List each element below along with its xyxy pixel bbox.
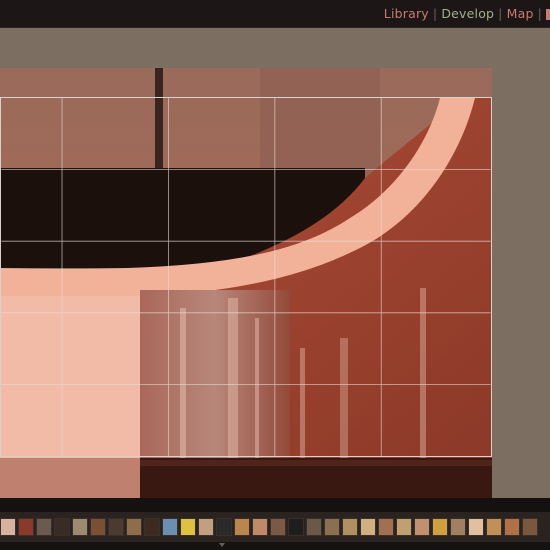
photo-preview[interactable] <box>0 68 492 500</box>
filmstrip-thumbnail[interactable] <box>36 518 52 536</box>
filmstrip-thumbnail[interactable] <box>0 518 16 536</box>
module-separator: | <box>537 6 542 21</box>
filmstrip-thumbnail[interactable] <box>270 518 286 536</box>
module-library[interactable]: Library <box>384 6 429 21</box>
module-next-partial[interactable] <box>546 9 550 20</box>
filmstrip-thumbnail[interactable] <box>360 518 376 536</box>
filmstrip-thumbnails <box>0 518 540 536</box>
filmstrip-bottom-bar <box>0 542 550 550</box>
filmstrip-thumbnail[interactable] <box>252 518 268 536</box>
filmstrip-thumbnail[interactable] <box>72 518 88 536</box>
filmstrip-thumbnail[interactable] <box>144 518 160 536</box>
filmstrip-thumbnail[interactable] <box>108 518 124 536</box>
filmstrip-thumbnail[interactable] <box>198 518 214 536</box>
filmstrip-thumbnail[interactable] <box>288 518 304 536</box>
filmstrip-thumbnail[interactable] <box>378 518 394 536</box>
filmstrip-thumbnail[interactable] <box>432 518 448 536</box>
photo-image <box>0 68 492 500</box>
filmstrip-thumbnail[interactable] <box>396 518 412 536</box>
module-separator: | <box>432 6 438 21</box>
filmstrip-thumbnail[interactable] <box>522 518 538 536</box>
filmstrip-thumbnail[interactable] <box>324 518 340 536</box>
filmstrip-thumbnail[interactable] <box>216 518 232 536</box>
module-separator: | <box>498 6 503 21</box>
filmstrip-thumbnail[interactable] <box>414 518 430 536</box>
develop-workspace <box>0 28 550 500</box>
filmstrip-thumbnail[interactable] <box>450 518 466 536</box>
filmstrip-thumbnail[interactable] <box>90 518 106 536</box>
filmstrip-toolbar <box>0 498 550 512</box>
filmstrip-thumbnail[interactable] <box>234 518 250 536</box>
module-picker-bar: Library | Develop | Map | <box>0 0 550 28</box>
filmstrip-thumbnail[interactable] <box>342 518 358 536</box>
module-map[interactable]: Map <box>507 6 534 21</box>
filmstrip-thumbnail[interactable] <box>180 518 196 536</box>
module-picker: Library | Develop | Map | <box>384 6 550 21</box>
filmstrip-thumbnail[interactable] <box>504 518 520 536</box>
filmstrip-thumbnail[interactable] <box>126 518 142 536</box>
filmstrip-thumbnail[interactable] <box>162 518 178 536</box>
filmstrip-thumbnail[interactable] <box>54 518 70 536</box>
filmstrip-arrow-icon[interactable] <box>219 543 225 547</box>
module-develop[interactable]: Develop <box>441 6 494 21</box>
filmstrip-thumbnail[interactable] <box>306 518 322 536</box>
filmstrip-thumbnail[interactable] <box>468 518 484 536</box>
filmstrip-thumbnail[interactable] <box>486 518 502 536</box>
filmstrip-thumbnail[interactable] <box>18 518 34 536</box>
